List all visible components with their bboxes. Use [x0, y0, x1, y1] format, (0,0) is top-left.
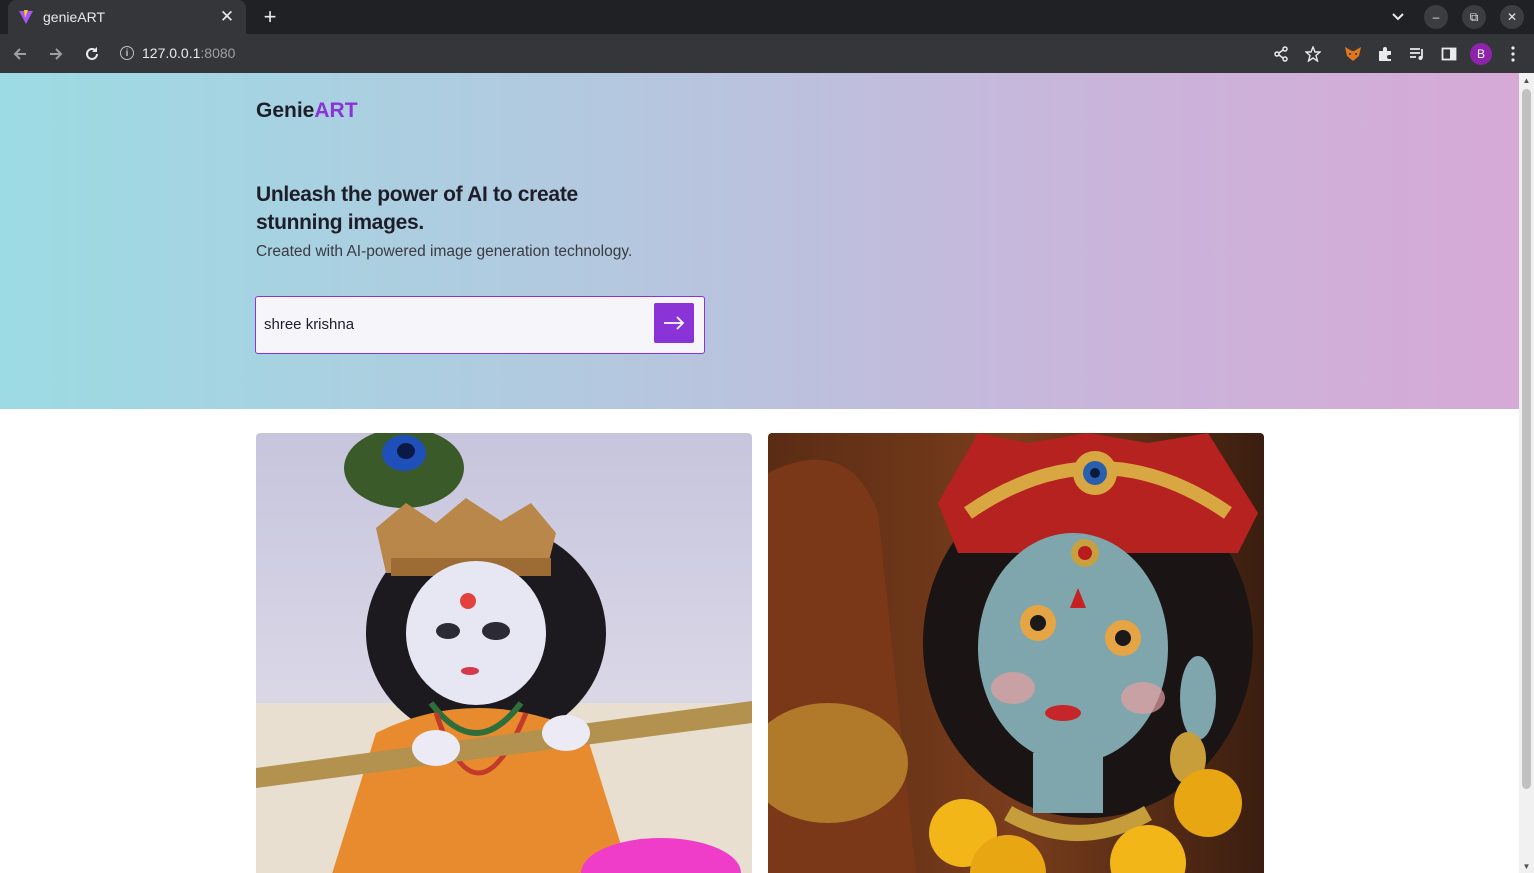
generated-image[interactable]: [256, 433, 752, 873]
page-viewport: GenieART Unleash the power of AI to crea…: [0, 73, 1519, 873]
page-scrollbar[interactable]: ▲ ▼: [1519, 73, 1534, 873]
hero-headline: Unleash the power of AI to create stunni…: [256, 183, 578, 234]
arrow-right-icon: [664, 316, 685, 330]
vite-favicon-icon: [19, 10, 33, 24]
bookmark-star-icon[interactable]: [1300, 41, 1326, 67]
krishna-figurine-portrait-image: [768, 433, 1264, 873]
scrollbar-thumb[interactable]: [1522, 89, 1531, 789]
browser-tab[interactable]: genieART ✕: [8, 0, 246, 34]
restore-icon[interactable]: ⧉: [1462, 5, 1486, 29]
forward-icon[interactable]: [40, 38, 72, 70]
krishna-figurine-flute-image: [256, 433, 752, 873]
scroll-up-icon[interactable]: ▲: [1519, 73, 1534, 87]
extensions-puzzle-icon[interactable]: [1372, 41, 1398, 67]
close-window-icon[interactable]: ✕: [1500, 5, 1524, 29]
back-icon[interactable]: [4, 38, 36, 70]
tab-search-chevron-icon[interactable]: [1386, 5, 1410, 29]
browser-menu-icon[interactable]: [1500, 41, 1526, 67]
side-panel-icon[interactable]: [1436, 41, 1462, 67]
scroll-down-icon[interactable]: ▼: [1519, 859, 1534, 873]
logo-accent: ART: [314, 99, 358, 122]
profile-avatar[interactable]: B: [1468, 41, 1494, 67]
media-control-icon[interactable]: [1404, 41, 1430, 67]
site-logo[interactable]: GenieART: [256, 99, 358, 123]
tab-title: genieART: [43, 9, 106, 25]
browser-toolbar: i 127.0.0.1:8080 B: [0, 34, 1534, 73]
reload-icon[interactable]: [76, 38, 108, 70]
generate-button[interactable]: [654, 303, 694, 343]
metamask-extension-icon[interactable]: [1340, 41, 1366, 67]
url-port: :8080: [200, 45, 236, 61]
url-host: 127.0.0.1: [142, 45, 201, 61]
site-info-icon[interactable]: i: [120, 46, 134, 60]
prompt-search-box: [255, 296, 705, 354]
close-tab-icon[interactable]: ✕: [218, 7, 236, 26]
new-tab-icon[interactable]: +: [258, 4, 282, 29]
generated-image[interactable]: [768, 433, 1264, 873]
logo-main: Genie: [256, 99, 315, 122]
address-bar[interactable]: i 127.0.0.1:8080: [108, 38, 1338, 68]
hero-subheadline: Created with AI-powered image generation…: [256, 243, 633, 260]
hero-section: GenieART Unleash the power of AI to crea…: [0, 73, 1519, 409]
minimize-icon[interactable]: –: [1424, 5, 1448, 29]
browser-tab-bar: genieART ✕ + – ⧉ ✕: [0, 0, 1534, 34]
share-icon[interactable]: [1268, 41, 1294, 67]
prompt-input[interactable]: [264, 297, 644, 352]
